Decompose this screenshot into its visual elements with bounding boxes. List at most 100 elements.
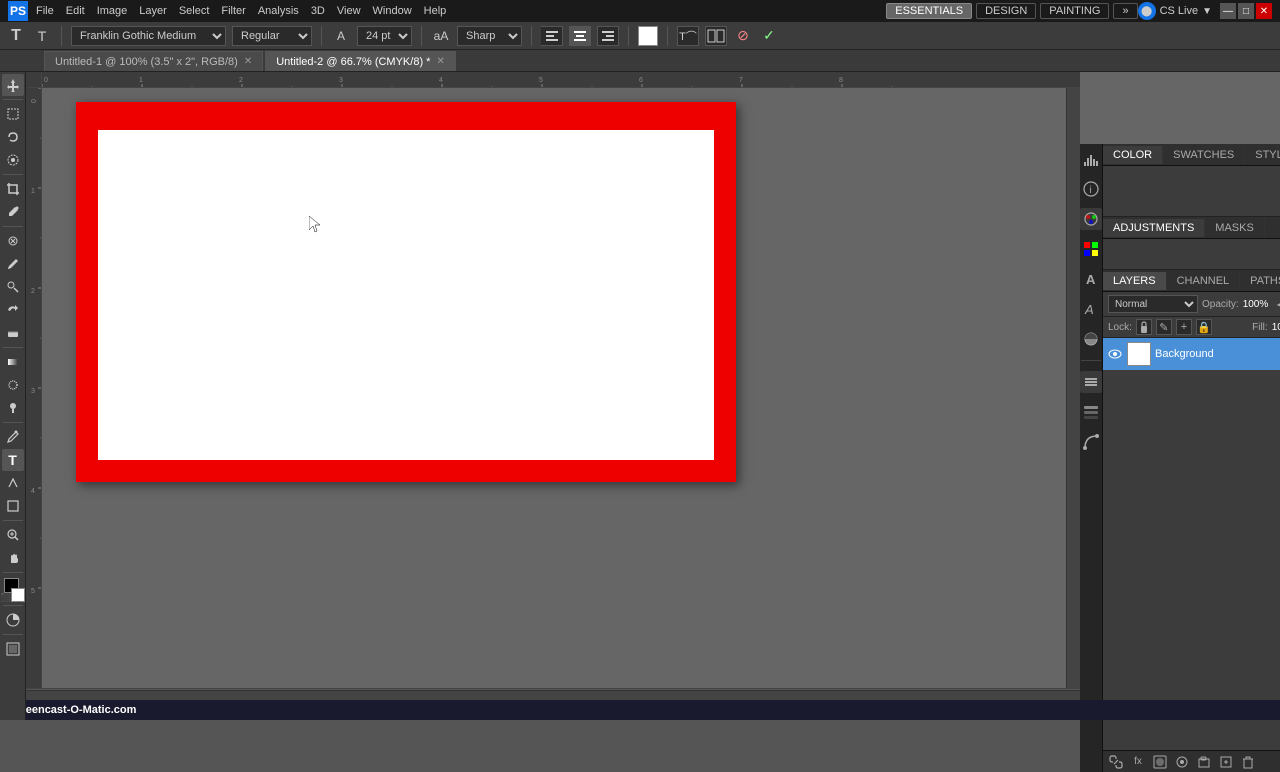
cs-live[interactable]: ⬤ CS Live ▼ [1138, 2, 1212, 20]
anti-alias-select[interactable]: Sharp [457, 26, 522, 46]
svg-text:A: A [1086, 272, 1096, 287]
menu-view[interactable]: View [337, 5, 361, 17]
color-panel-icon[interactable] [1080, 208, 1102, 230]
adjustments-panel-icon[interactable]: A [1080, 298, 1102, 320]
styles-panel-icon[interactable]: A [1080, 268, 1102, 290]
layer-visibility-eye[interactable] [1107, 346, 1123, 362]
styles-tab[interactable]: STYLES [1245, 146, 1280, 164]
tool-blur[interactable] [2, 374, 24, 396]
menu-filter[interactable]: Filter [221, 5, 245, 17]
font-family-select[interactable]: Franklin Gothic Medium [71, 26, 226, 46]
workspace-more[interactable]: » [1113, 3, 1137, 19]
new-layer-button[interactable] [1217, 754, 1235, 770]
lock-move-button[interactable]: 🔒 [1196, 319, 1212, 335]
workspace-painting[interactable]: PAINTING [1040, 3, 1109, 19]
tool-text[interactable]: T [2, 449, 24, 471]
menu-layer[interactable]: Layer [139, 5, 167, 17]
tool-shape[interactable] [2, 495, 24, 517]
menu-edit[interactable]: Edit [66, 5, 85, 17]
histogram-panel-icon[interactable] [1080, 148, 1102, 170]
warp-text-button[interactable]: T⌒ [677, 26, 699, 46]
menu-select[interactable]: Select [179, 5, 210, 17]
info-panel-icon[interactable]: i [1080, 178, 1102, 200]
tool-separator-6 [3, 520, 23, 521]
color-tab[interactable]: COLOR [1103, 146, 1163, 164]
swatches-panel-icon[interactable] [1080, 238, 1102, 260]
minimize-button[interactable]: — [1220, 3, 1236, 19]
anti-alias-label: aA [431, 26, 451, 46]
delete-layer-button[interactable] [1239, 754, 1257, 770]
channels-panel-icon[interactable] [1080, 401, 1102, 423]
toggle-panels-button[interactable] [705, 26, 727, 46]
close-button[interactable]: ✕ [1256, 3, 1272, 19]
text-color-swatch[interactable] [638, 26, 658, 46]
tool-lasso[interactable] [2, 126, 24, 148]
tool-crop[interactable] [2, 178, 24, 200]
lock-position-button[interactable]: ✎ [1156, 319, 1172, 335]
tool-history-brush[interactable] [2, 299, 24, 321]
workspace-essentials[interactable]: ESSENTIALS [886, 3, 972, 19]
tool-gradient[interactable] [2, 351, 24, 373]
tool-pen[interactable] [2, 426, 24, 448]
align-right-button[interactable] [597, 26, 619, 46]
opacity-value[interactable]: 100% [1243, 299, 1273, 310]
link-layers-button[interactable] [1107, 754, 1125, 770]
tool-hand[interactable] [2, 547, 24, 569]
tool-eyedropper[interactable] [2, 201, 24, 223]
tool-quick-mask[interactable] [2, 609, 24, 631]
swatches-tab[interactable]: SWATCHES [1163, 146, 1245, 164]
tool-quick-select[interactable] [2, 149, 24, 171]
default-colors-icon[interactable]: ⬛ [1, 593, 11, 602]
menu-window[interactable]: Window [373, 5, 412, 17]
svg-text:3: 3 [339, 77, 343, 84]
commit-type-button[interactable]: ✓ [759, 26, 779, 46]
masks-tab[interactable]: MASKS [1205, 219, 1265, 237]
tool-path-selection[interactable] [2, 472, 24, 494]
masks-panel-icon[interactable] [1080, 328, 1102, 350]
tool-clone[interactable] [2, 276, 24, 298]
foreground-background-colors[interactable]: ⬛ [1, 578, 25, 602]
channel-tab[interactable]: CHANNEL [1167, 272, 1241, 290]
lock-all-button[interactable]: + [1176, 319, 1192, 335]
fill-value[interactable]: 100% [1272, 322, 1280, 333]
paths-tab[interactable]: PATHS [1240, 272, 1280, 290]
cancel-type-button[interactable]: ⊘ [733, 26, 753, 46]
workspace-design[interactable]: DESIGN [976, 3, 1036, 19]
tool-zoom[interactable] [2, 524, 24, 546]
tab-1-close[interactable]: ✕ [244, 56, 252, 67]
fx-button[interactable]: fx [1129, 754, 1147, 770]
menu-3d[interactable]: 3D [311, 5, 325, 17]
font-size-select[interactable]: 24 pt [357, 26, 412, 46]
tool-brush[interactable] [2, 253, 24, 275]
layers-panel-icon[interactable] [1080, 371, 1102, 393]
tool-healing[interactable] [2, 230, 24, 252]
tool-move[interactable] [2, 74, 24, 96]
menu-image[interactable]: Image [97, 5, 128, 17]
menu-analysis[interactable]: Analysis [258, 5, 299, 17]
menu-help[interactable]: Help [424, 5, 447, 17]
blend-mode-select[interactable]: Normal [1108, 295, 1198, 313]
document-tab-1[interactable]: Untitled-1 @ 100% (3.5" x 2", RGB/8) ✕ [44, 51, 263, 71]
background-color[interactable] [11, 588, 25, 602]
align-center-button[interactable] [569, 26, 591, 46]
tool-eraser[interactable] [2, 322, 24, 344]
document-tab-2[interactable]: Untitled-2 @ 66.7% (CMYK/8) * ✕ [265, 51, 456, 71]
adjustment-layer-button[interactable] [1173, 754, 1191, 770]
v-scrollbar[interactable] [1066, 88, 1080, 688]
tool-marquee[interactable] [2, 103, 24, 125]
cs-live-dropdown[interactable]: ▼ [1202, 6, 1212, 17]
paths-panel-icon[interactable] [1080, 431, 1102, 453]
new-group-button[interactable] [1195, 754, 1213, 770]
tool-screen-mode[interactable] [2, 638, 24, 660]
layers-tab[interactable]: LAYERS [1103, 272, 1167, 290]
tool-dodge[interactable] [2, 397, 24, 419]
menu-file[interactable]: File [36, 5, 54, 17]
lock-pixels-button[interactable] [1136, 319, 1152, 335]
maximize-button[interactable]: □ [1238, 3, 1254, 19]
adjustments-tab[interactable]: ADJUSTMENTS [1103, 219, 1205, 237]
layer-background-row[interactable]: Background [1103, 338, 1280, 370]
tab-2-close[interactable]: ✕ [436, 56, 444, 67]
font-style-select[interactable]: Regular [232, 26, 312, 46]
add-mask-button[interactable] [1151, 754, 1169, 770]
align-left-button[interactable] [541, 26, 563, 46]
